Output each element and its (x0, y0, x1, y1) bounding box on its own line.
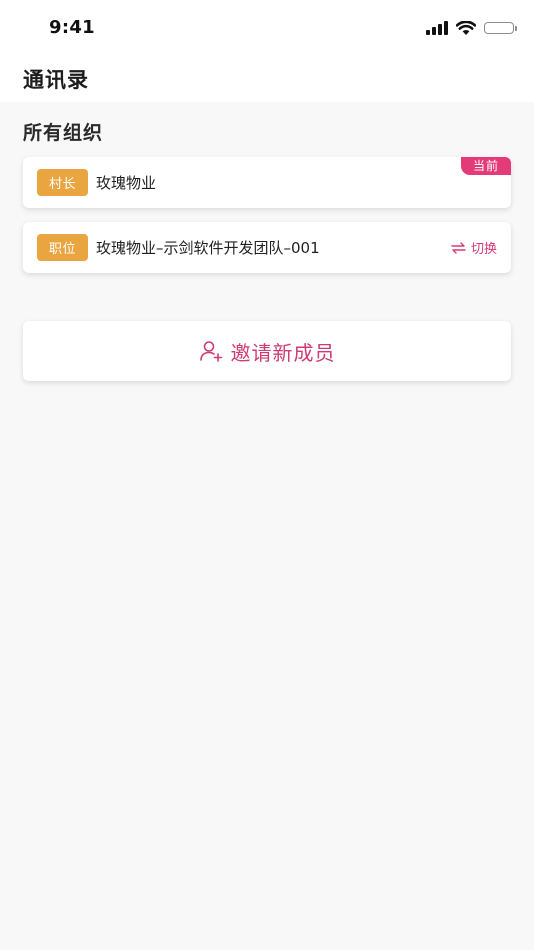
cellular-signal-icon (426, 21, 448, 35)
section-title: 所有组织 (23, 122, 104, 144)
current-badge: 当前 (460, 157, 511, 175)
invite-label: 邀请新成员 (230, 340, 336, 365)
switch-org-button[interactable]: 切换 (451, 222, 497, 273)
org-name: 玫瑰物业 (96, 174, 157, 192)
battery-icon (484, 22, 517, 34)
status-bar: 9:41 (0, 0, 534, 56)
org-name: 玫瑰物业–示剑软件开发团队–001 (96, 239, 320, 257)
switch-arrows-icon (451, 241, 466, 254)
status-icons (426, 18, 517, 38)
top-bar: 9:41 通讯录 (0, 0, 534, 102)
switch-label: 切换 (470, 242, 497, 257)
role-badge: 村长 (37, 169, 89, 196)
add-user-icon (199, 341, 222, 362)
status-time: 9:41 (49, 17, 95, 38)
page-title: 通讯录 (23, 68, 89, 92)
role-badge: 职位 (37, 234, 89, 261)
org-card[interactable]: 职位 玫瑰物业–示剑软件开发团队–001 切换 (23, 222, 511, 273)
org-card-current[interactable]: 村长 玫瑰物业 当前 (23, 157, 511, 208)
invite-member-button[interactable]: 邀请新成员 (23, 321, 511, 381)
wifi-icon (456, 20, 476, 35)
